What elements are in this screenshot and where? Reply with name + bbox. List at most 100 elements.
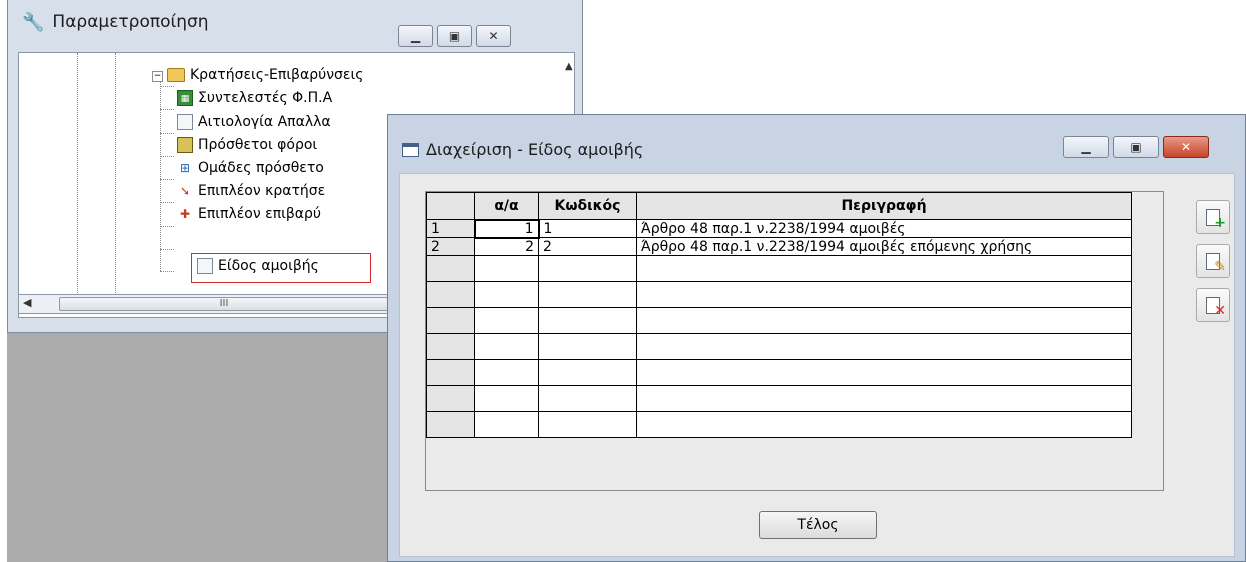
- empty-cell[interactable]: [474, 385, 539, 412]
- add-record-icon: +: [1206, 208, 1226, 230]
- row-header[interactable]: [426, 255, 475, 282]
- empty-cell[interactable]: [636, 359, 1132, 386]
- tree-node-deductions[interactable]: Κρατήσεις-Επιβαρύνσεις: [167, 67, 363, 83]
- row-header[interactable]: 1: [426, 219, 475, 238]
- tree-connector: [160, 179, 174, 180]
- data-grid[interactable]: α/α Κωδικός Περιγραφή 1 1 1 Άρθρο 48 παρ…: [425, 191, 1164, 491]
- row-header[interactable]: [426, 281, 475, 308]
- table-row[interactable]: 1 1 1 Άρθρο 48 παρ.1 ν.2238/1994 αμοιβές: [426, 218, 1132, 239]
- tree-connector: [160, 202, 174, 203]
- table-row[interactable]: 2 2 2 Άρθρο 48 παρ.1 ν.2238/1994 αμοιβές…: [426, 237, 1132, 256]
- exemption-reason-icon: [177, 114, 193, 130]
- row-header[interactable]: [426, 411, 475, 438]
- column-header-code[interactable]: Κωδικός: [538, 192, 637, 220]
- row-header[interactable]: [426, 307, 475, 334]
- maximize-button[interactable]: ▣: [437, 25, 472, 47]
- tree-item-exemption-reason[interactable]: Αιτιολογία Απαλλα: [177, 114, 331, 130]
- tree-connector: [160, 249, 174, 250]
- edit-record-button[interactable]: ✎: [1196, 244, 1230, 278]
- empty-cell[interactable]: [474, 333, 539, 360]
- empty-cell[interactable]: [538, 281, 637, 308]
- delete-record-button[interactable]: ✕: [1196, 288, 1230, 322]
- empty-cell[interactable]: [538, 255, 637, 282]
- tree-connector: [160, 109, 174, 110]
- tree-item-label: Είδος αμοιβής: [218, 258, 319, 274]
- column-header-aa[interactable]: α/α: [474, 192, 539, 220]
- close-button[interactable]: ✕: [476, 25, 511, 47]
- empty-row[interactable]: [426, 255, 1132, 282]
- grid-header-row: α/α Κωδικός Περιγραφή: [426, 192, 1132, 220]
- window-controls: ▁ ▣ ✕: [398, 25, 511, 47]
- cell-aa[interactable]: 2: [474, 237, 539, 256]
- empty-cell[interactable]: [538, 333, 637, 360]
- cell-description[interactable]: Άρθρο 48 παρ.1 ν.2238/1994 αμοιβές επόμε…: [636, 237, 1132, 256]
- tree-item-extra-charges[interactable]: ✚ Επιπλέον επιβαρύ: [177, 206, 321, 222]
- row-header[interactable]: [426, 333, 475, 360]
- empty-cell[interactable]: [636, 255, 1132, 282]
- maximize-button[interactable]: ▣: [1113, 136, 1159, 158]
- tree-item-tax-groups[interactable]: ⊞ Ομάδες πρόσθετο: [177, 160, 324, 176]
- empty-cell[interactable]: [636, 385, 1132, 412]
- dialog-title: Διαχείριση - Είδος αμοιβής: [426, 140, 644, 159]
- close-button[interactable]: ✕: [1163, 136, 1209, 158]
- empty-cell[interactable]: [538, 359, 637, 386]
- desktop-background: [583, 0, 1246, 114]
- deduction-icon: ➘: [179, 184, 191, 198]
- tree-item-fee-type[interactable]: Είδος αμοιβής: [197, 258, 319, 274]
- grid-table: α/α Κωδικός Περιγραφή 1 1 1 Άρθρο 48 παρ…: [426, 192, 1132, 438]
- wrench-icon: 🔧: [22, 11, 45, 33]
- empty-row[interactable]: [426, 411, 1132, 438]
- minimize-button[interactable]: ▁: [398, 25, 433, 47]
- cell-aa[interactable]: 1: [473, 218, 540, 239]
- empty-row[interactable]: [426, 333, 1132, 360]
- charge-icon: ✚: [179, 207, 191, 221]
- cell-description[interactable]: Άρθρο 48 παρ.1 ν.2238/1994 αμοιβές: [636, 219, 1132, 238]
- empty-cell[interactable]: [636, 281, 1132, 308]
- tree-connector: [160, 226, 174, 227]
- tree-item-label: Αιτιολογία Απαλλα: [198, 114, 331, 130]
- cell-code[interactable]: 1: [538, 219, 637, 238]
- tree-connector: [160, 156, 174, 157]
- empty-cell[interactable]: [636, 411, 1132, 438]
- empty-row[interactable]: [426, 307, 1132, 334]
- tree-item-extra-deductions[interactable]: ➘ Επιπλέον κρατήσε: [177, 183, 325, 199]
- row-header[interactable]: [426, 385, 475, 412]
- tree-guide-line: [115, 53, 116, 295]
- empty-cell[interactable]: [538, 385, 637, 412]
- delete-record-icon: ✕: [1206, 296, 1226, 318]
- empty-cell[interactable]: [636, 307, 1132, 334]
- scroll-up-arrow-icon[interactable]: ▲: [565, 61, 573, 72]
- empty-cell[interactable]: [636, 333, 1132, 360]
- empty-cell[interactable]: [474, 307, 539, 334]
- empty-cell[interactable]: [474, 255, 539, 282]
- empty-row[interactable]: [426, 385, 1132, 412]
- cell-code[interactable]: 2: [538, 237, 637, 256]
- empty-row[interactable]: [426, 359, 1132, 386]
- tree-connector: [160, 133, 174, 134]
- dialog-window-controls: ▁ ▣ ✕: [1063, 136, 1209, 158]
- tree-node-label: Κρατήσεις-Επιβαρύνσεις: [190, 67, 364, 83]
- scroll-left-arrow-icon[interactable]: ◀: [23, 296, 31, 309]
- dialog-client-area: α/α Κωδικός Περιγραφή 1 1 1 Άρθρο 48 παρ…: [399, 173, 1235, 557]
- add-record-button[interactable]: +: [1196, 200, 1230, 234]
- empty-row[interactable]: [426, 281, 1132, 308]
- tree-guide-line: [77, 53, 78, 295]
- row-header[interactable]: 2: [426, 237, 475, 256]
- tree-item-label: Ομάδες πρόσθετο: [198, 160, 324, 176]
- empty-cell[interactable]: [474, 281, 539, 308]
- vat-rates-icon: ▦: [177, 90, 193, 106]
- empty-cell[interactable]: [474, 411, 539, 438]
- tree-connector: [160, 271, 174, 272]
- tree-item-vat-rates[interactable]: ▦ Συντελεστές Φ.Π.Α: [177, 90, 332, 106]
- empty-cell[interactable]: [538, 411, 637, 438]
- row-header[interactable]: [426, 359, 475, 386]
- empty-cell[interactable]: [538, 307, 637, 334]
- collapse-toggle[interactable]: −: [152, 71, 163, 82]
- scrollbar-thumb[interactable]: III: [59, 297, 389, 311]
- column-header-description[interactable]: Περιγραφή: [636, 192, 1132, 220]
- empty-cell[interactable]: [474, 359, 539, 386]
- minimize-button[interactable]: ▁: [1063, 136, 1109, 158]
- tree-item-additional-taxes[interactable]: Πρόσθετοι φόροι: [177, 137, 317, 153]
- window-title: Παραμετροποίηση: [52, 12, 209, 32]
- finish-button[interactable]: Τέλος: [759, 511, 877, 539]
